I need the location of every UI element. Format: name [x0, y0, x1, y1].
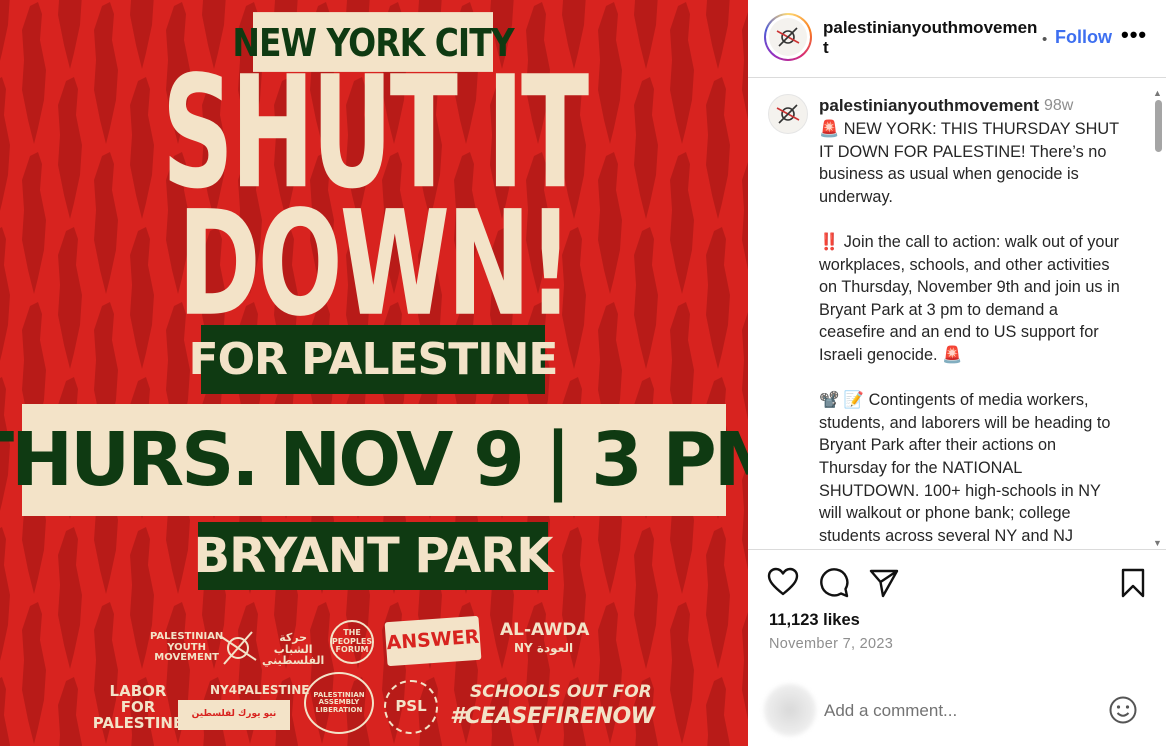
- header-separator: •: [1042, 31, 1048, 48]
- poster-schools-out: SCHOOLS OUT FOR: [470, 682, 652, 702]
- follow-button[interactable]: Follow: [1055, 27, 1112, 48]
- caption-section: palestinianyouthmovement 98w 🚨 NEW YORK:…: [748, 79, 1166, 550]
- post-date[interactable]: November 7, 2023: [769, 636, 893, 652]
- post-actions: 11,123 likes November 7, 2023: [748, 551, 1166, 681]
- likes-count[interactable]: 11,123 likes: [769, 611, 860, 630]
- share-icon[interactable]: [868, 567, 900, 599]
- more-options-button[interactable]: •••: [1121, 22, 1147, 48]
- poster-place: BRYANT PARK: [194, 522, 553, 590]
- comment-input[interactable]: [824, 698, 1094, 724]
- header-username[interactable]: palestinianyouthmovement: [823, 18, 1041, 58]
- post-side-panel: palestinianyouthmovement • Follow ••• pa…: [748, 0, 1166, 746]
- logo-answer: ANSWER: [384, 615, 482, 667]
- comment-icon[interactable]: [818, 567, 850, 599]
- logo-peoples-forum: THE PEOPLES FORUM: [330, 620, 374, 664]
- poster-date: THURS. NOV 9 | 3 PM: [0, 404, 748, 516]
- header-avatar[interactable]: [764, 13, 812, 61]
- emoji-icon[interactable]: [1108, 695, 1138, 725]
- poster-for-palestine: FOR PALESTINE: [189, 325, 559, 394]
- logo-pym: PALESTINIAN YOUTH MOVEMENT: [150, 631, 224, 663]
- caption-text: 🚨 NEW YORK: THIS THURSDAY SHUT IT DOWN F…: [819, 120, 1120, 545]
- scroll-up-arrow-icon[interactable]: ▲: [1153, 88, 1162, 98]
- post-header: palestinianyouthmovement • Follow •••: [748, 0, 1166, 78]
- logo-alawda-sub: NY العودة: [514, 641, 574, 655]
- scroll-thumb[interactable]: [1155, 100, 1162, 152]
- logo-psl: PSL: [384, 680, 438, 734]
- logo-alawda: AL-AWDA: [500, 620, 590, 640]
- post-image: NEW YORK CITY SHUT IT DOWN! FOR PALESTIN…: [0, 0, 748, 746]
- caption-username[interactable]: palestinianyouthmovement: [819, 96, 1039, 116]
- comment-composer: [748, 682, 1166, 746]
- pym-logo-icon: [219, 631, 257, 665]
- pym-avatar-icon: [776, 27, 800, 47]
- bookmark-icon[interactable]: [1120, 567, 1146, 599]
- scroll-down-arrow-icon[interactable]: ▼: [1153, 538, 1162, 548]
- logo-ny4palestine: NY4PALESTINE: [210, 683, 310, 697]
- logo-pym-arabic: حركة الشباب الفلسطيني: [262, 631, 325, 668]
- logo-labor-for-palestine: LABOR FOR PALESTINE: [92, 682, 184, 732]
- pym-avatar-icon: [776, 104, 800, 124]
- poster-hashtag: #CEASEFIRENOW: [450, 704, 655, 729]
- commenter-avatar: [764, 684, 816, 736]
- caption-timestamp[interactable]: 98w: [1044, 97, 1073, 115]
- caption-avatar[interactable]: [768, 94, 808, 134]
- poster-headline-2: DOWN!: [177, 178, 574, 349]
- caption-scrollbar[interactable]: ▲ ▼: [1152, 84, 1164, 550]
- logo-palestinian-assembly: PALESTINIAN ASSEMBLY LIBERATION: [304, 672, 374, 734]
- heart-icon[interactable]: [767, 567, 799, 597]
- logo-ny4palestine-arabic: نيو يورك لفلسطين: [178, 700, 290, 730]
